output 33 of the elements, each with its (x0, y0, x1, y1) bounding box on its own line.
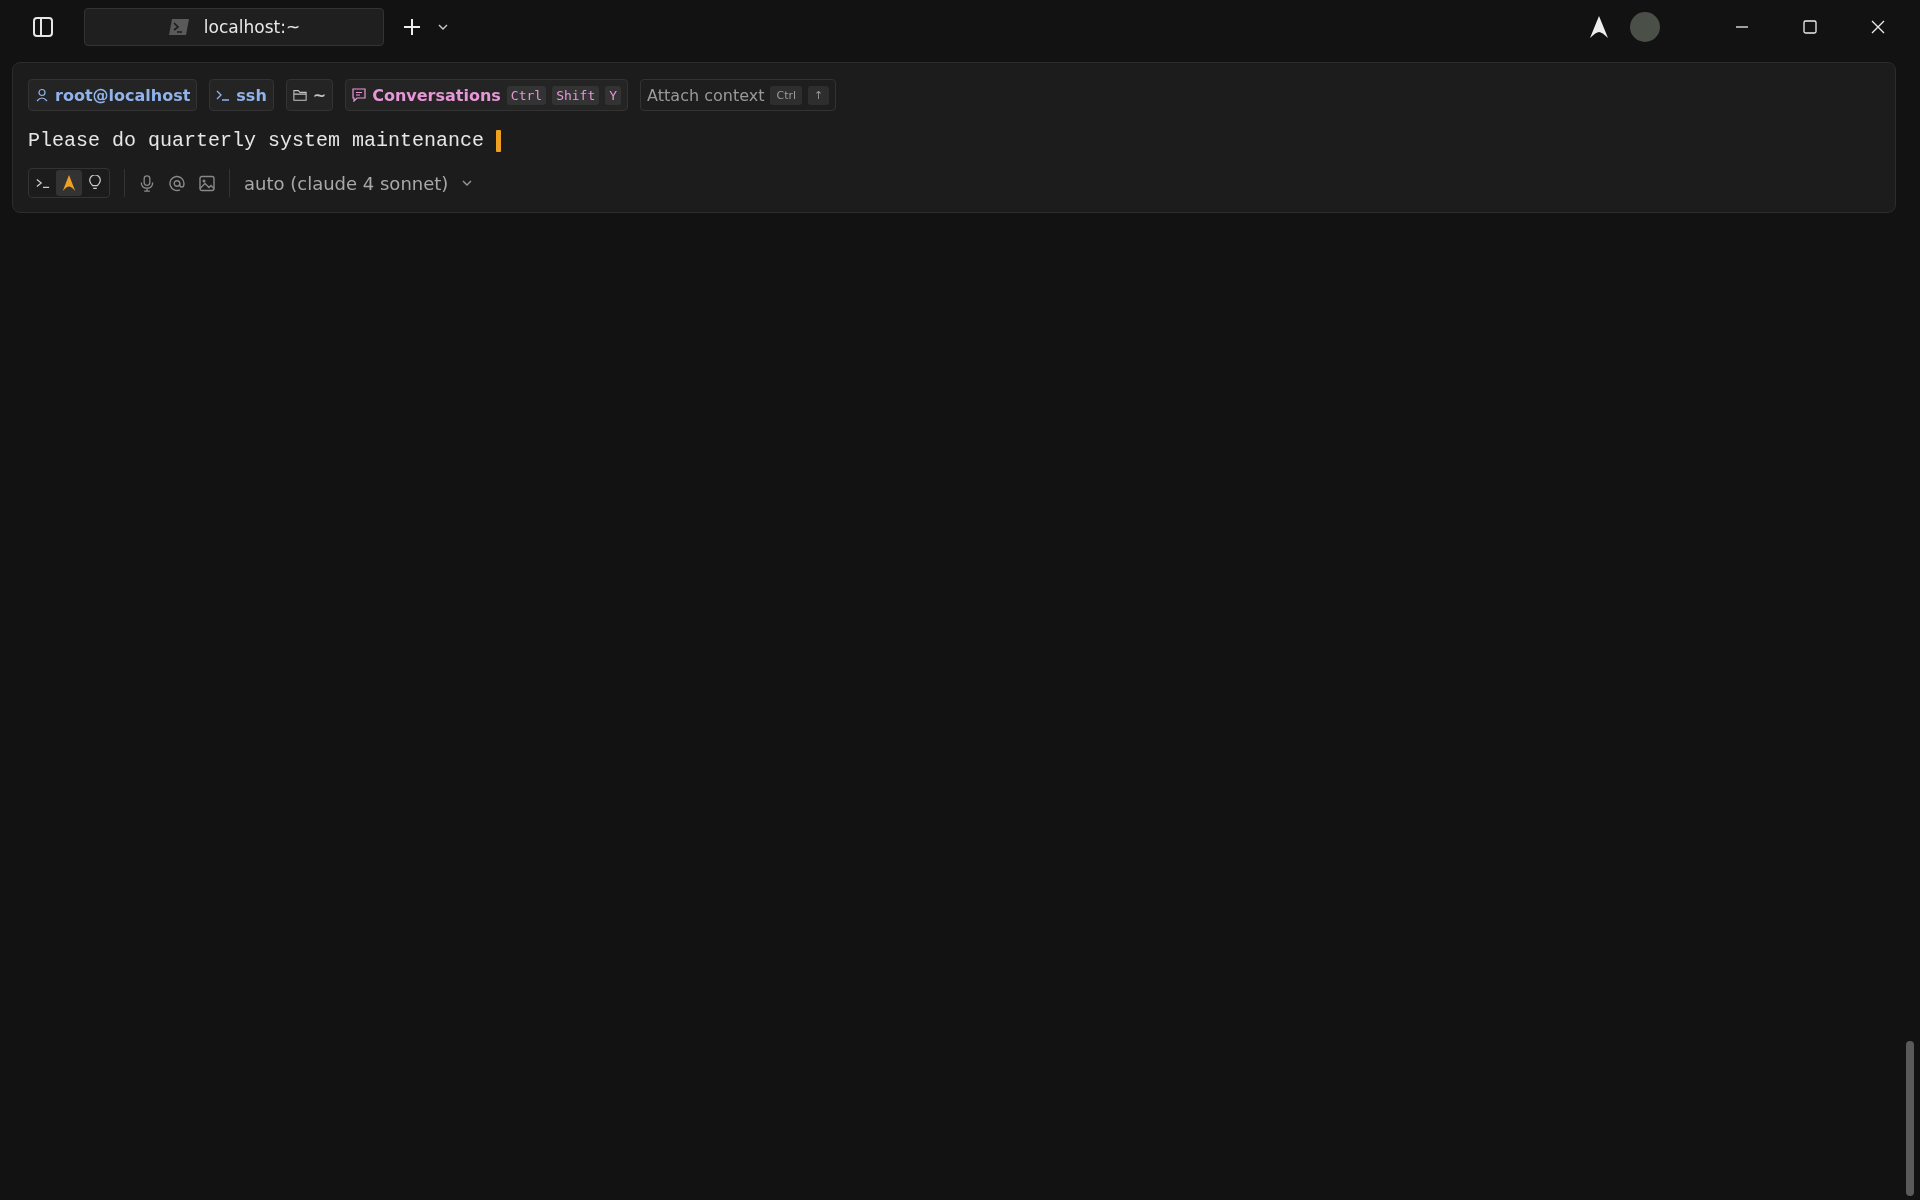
lightbulb-icon (88, 175, 102, 191)
shortcut-key: Shift (552, 85, 600, 105)
terminal-icon (167, 18, 190, 36)
context-chip[interactable]: ssh (209, 79, 274, 111)
mention-icon[interactable] (169, 174, 185, 192)
image-icon[interactable] (199, 174, 215, 192)
context-chip[interactable]: root@localhost (28, 79, 198, 111)
maximize-icon[interactable] (1802, 19, 1818, 35)
shortcut-key: Y (605, 85, 622, 105)
user-icon (35, 88, 49, 102)
context-chip[interactable]: Conversations Ctrl Shift Y (345, 79, 629, 111)
prompt-icon (216, 88, 231, 102)
new-tab-icon[interactable] (402, 17, 422, 37)
close-icon[interactable] (1870, 19, 1886, 35)
chevron-down-icon[interactable] (438, 24, 448, 30)
microphone-icon[interactable] (139, 174, 155, 192)
chevron-down-icon (462, 180, 473, 186)
shortcut-key: Ctrl (770, 85, 803, 105)
scrollbar-thumb[interactable] (1906, 1041, 1914, 1196)
agent-logo-icon[interactable] (1590, 16, 1608, 38)
model-dropdown[interactable]: auto (claude 4 sonnet) (244, 172, 473, 194)
shortcut-key: Ctrl (506, 85, 547, 105)
text-cursor (496, 129, 502, 152)
prompt-field[interactable]: Please do quarterly system maintenance (28, 129, 1879, 152)
mode-button[interactable] (56, 170, 82, 196)
context-chip[interactable]: ~ (285, 79, 334, 111)
chat-icon (352, 88, 367, 102)
shortcut-key: ↑ (808, 85, 830, 105)
agent-logo-icon (62, 175, 76, 191)
context-chip[interactable]: Attach context Ctrl ↑ (640, 79, 837, 111)
sidebar-toggle-icon[interactable] (32, 16, 54, 38)
terminal-tab[interactable]: localhost:~ (84, 8, 384, 46)
folder-icon (292, 88, 307, 102)
